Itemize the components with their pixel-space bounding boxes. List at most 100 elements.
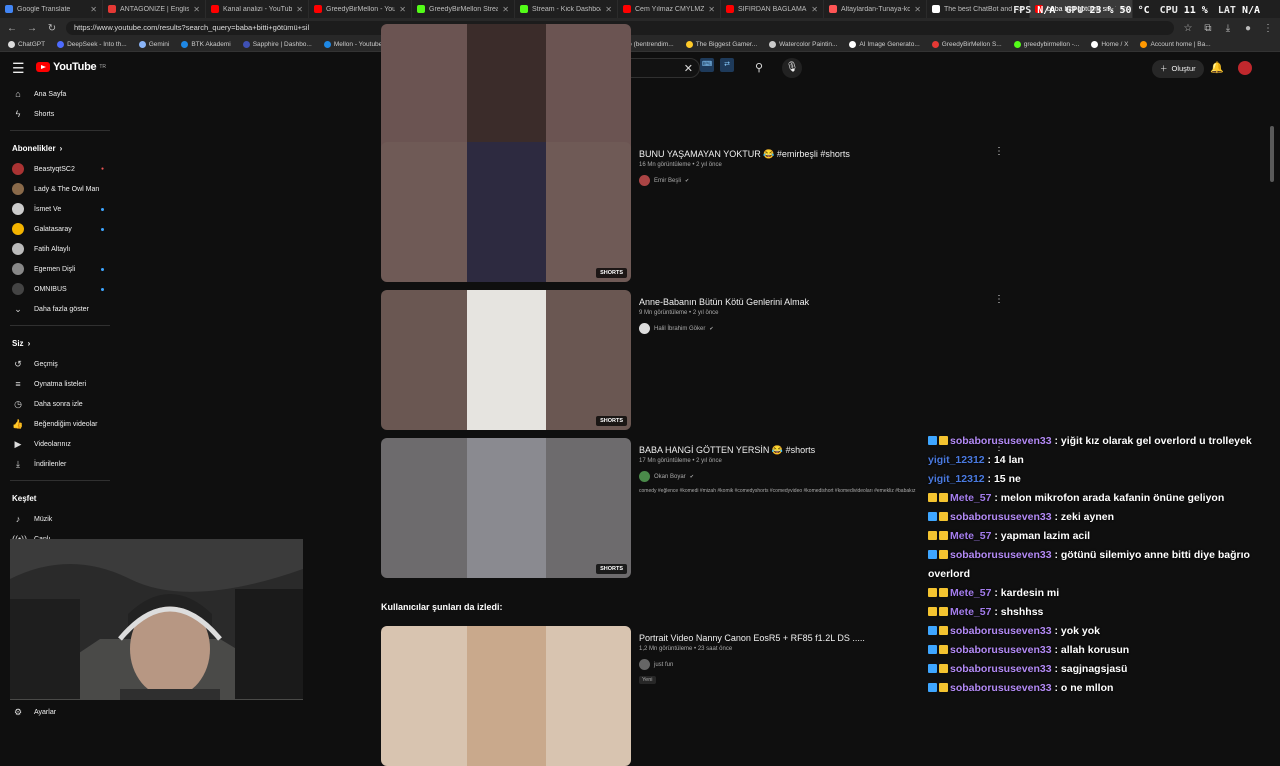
browser-tab[interactable]: Stream - Kick Dashboard ✕ <box>515 0 618 18</box>
bookmark-item[interactable]: BTK Akademi <box>181 41 231 48</box>
bookmark-item[interactable]: AI Image Generato... <box>849 41 920 48</box>
bookmark-item[interactable]: Watercolor Paintin... <box>769 41 837 48</box>
download-icon[interactable]: ⤓ <box>1222 23 1234 34</box>
video-thumbnail[interactable] <box>381 626 631 766</box>
browser-tab[interactable]: Kanal analizi - YouTube Studi✕ <box>206 0 309 18</box>
tab-favicon-icon <box>726 5 734 13</box>
translate-icon[interactable]: ⇄ <box>720 58 734 72</box>
you-heading[interactable]: Siz › <box>0 332 118 354</box>
home-icon: ⌂ <box>15 89 21 99</box>
profile-icon[interactable]: ● <box>1242 23 1254 34</box>
more-options-icon[interactable]: ⋮ <box>994 294 1004 305</box>
search-submit-icon[interactable]: ⚲ <box>748 58 770 78</box>
browser-tab[interactable]: Cem Yılmaz CMYLMZ 2007 (✕ <box>618 0 721 18</box>
browser-tab[interactable]: GreedyBirMellon Stream - W ✕ <box>412 0 515 18</box>
subscriptions-heading[interactable]: Abonelikler › <box>0 137 118 159</box>
keyboard-icon[interactable]: ⌨ <box>700 58 714 72</box>
video-thumbnail[interactable]: SHORTS <box>381 142 631 282</box>
chat-message: sobaborususeven33 : yiğit kız olarak gel… <box>928 432 1268 451</box>
chevron-down-icon: ⌄ <box>14 303 22 314</box>
sidebar-item-subscription[interactable]: Galatasaray <box>0 219 118 239</box>
sidebar-item-history[interactable]: ↺ Geçmiş <box>0 354 118 374</box>
sidebar-item-playlists[interactable]: ≡ Oynatma listeleri <box>0 374 118 394</box>
close-tab-icon[interactable]: ✕ <box>914 5 921 14</box>
browser-tab[interactable]: SIFIRDAN BAĞLAMA DERSLE ✕ <box>721 0 824 18</box>
video-title[interactable]: Anne-Babanın Bütün Kötü Genlerini Almak <box>639 296 999 308</box>
close-tab-icon[interactable]: ✕ <box>399 5 406 14</box>
sidebar-item-subscription[interactable]: Egemen Dişli <box>0 259 118 279</box>
show-more-button[interactable]: ⌄ Daha fazla göster <box>0 299 118 319</box>
more-options-icon[interactable]: ⋮ <box>994 146 1004 157</box>
hamburger-menu-icon[interactable]: ☰ <box>12 60 25 77</box>
close-tab-icon[interactable]: ✕ <box>90 5 97 14</box>
bookmark-item[interactable]: Home / X <box>1091 41 1128 48</box>
user-avatar[interactable] <box>1238 61 1252 75</box>
video-thumbnail[interactable]: SHORTS <box>381 290 631 430</box>
browser-tab[interactable]: ANTAGONIZE | English mea ✕ <box>103 0 206 18</box>
address-bar: ← → ↻ https://www.youtube.com/results?se… <box>0 18 1280 38</box>
sidebar-item-music[interactable]: ♪ Müzik <box>0 509 118 529</box>
scrollbar-thumb[interactable] <box>1270 126 1274 182</box>
chat-username: sobaborususeven33 <box>950 663 1052 675</box>
chat-username: Mete_57 <box>950 606 992 618</box>
microphone-icon[interactable]: 🎙 <box>782 58 802 78</box>
sidebar-item-subscription[interactable]: BeastyqtSC2 ● <box>0 159 118 179</box>
video-thumbnail[interactable]: SHORTS <box>381 438 631 578</box>
sidebar-item-subscription[interactable]: İsmet Ve <box>0 199 118 219</box>
forward-icon[interactable]: → <box>26 23 38 34</box>
close-tab-icon[interactable]: ✕ <box>193 5 200 14</box>
video-meta: BUNU YAŞAMAYAN YOKTUR 😂 #emirbeşli #shor… <box>639 148 999 186</box>
bookmark-favicon-icon <box>57 41 65 48</box>
bookmark-item[interactable]: Gemini <box>138 41 169 48</box>
reload-icon[interactable]: ↻ <box>46 23 58 34</box>
extensions-icon[interactable]: ⧉ <box>1202 23 1214 34</box>
close-tab-icon[interactable]: ✕ <box>605 5 612 14</box>
close-tab-icon[interactable]: ✕ <box>502 5 509 14</box>
close-tab-icon[interactable]: ✕ <box>296 5 303 14</box>
channel-avatar <box>639 659 650 670</box>
video-title[interactable]: BUNU YAŞAMAYAN YOKTUR 😂 #emirbeşli #shor… <box>639 148 999 160</box>
notifications-bell-icon[interactable]: 🔔 <box>1210 61 1224 74</box>
channel-link[interactable]: Emir Beşli ✔ <box>639 175 999 186</box>
bookmark-favicon-icon <box>181 41 189 48</box>
close-tab-icon[interactable]: ✕ <box>708 5 715 14</box>
sidebar-item-liked[interactable]: 👍 Beğendiğim videolar <box>0 414 118 434</box>
channel-avatar <box>639 175 650 186</box>
clear-search-icon[interactable]: ✕ <box>684 62 693 75</box>
bookmark-item[interactable]: ChatGPT <box>8 41 45 48</box>
sidebar-item-subscription[interactable]: OMNIBUS <box>0 279 118 299</box>
sidebar-item-subscription[interactable]: Fatih Altaylı <box>0 239 118 259</box>
sidebar-item-settings[interactable]: ⚙ Ayarlar <box>0 702 56 722</box>
sidebar-item-subscription[interactable]: Lady & The Owl Man <box>0 179 118 199</box>
bookmark-item[interactable]: Sapphire | Dashbo... <box>242 41 312 48</box>
chat-text: yapman lazim acil <box>1000 530 1091 542</box>
channel-link[interactable]: Halil İbrahim Göker ✔ <box>639 323 999 334</box>
sidebar-item-watch-later[interactable]: ◷ Daha sonra izle <box>0 394 118 414</box>
bookmark-item[interactable]: Account home | Ba... <box>1140 41 1211 48</box>
sidebar-item-label: Ana Sayfa <box>34 90 67 98</box>
sidebar-item-downloads[interactable]: ⤓ İndirilenler <box>0 454 118 474</box>
sidebar-item-your-videos[interactable]: ▶ Videolarınız <box>0 434 118 454</box>
cpu-label: CPU <box>1159 5 1178 16</box>
browser-tab[interactable]: Altaylardan-Tunaya-kolay-e ✕ <box>824 0 927 18</box>
chat-badge-icon <box>939 664 948 673</box>
bookmark-item[interactable]: DeepSeek - Into th... <box>57 41 127 48</box>
sidebar-item-shorts[interactable]: ϟ Shorts <box>0 104 118 124</box>
bookmark-item[interactable]: greedybirmellon -... <box>1013 41 1079 48</box>
bookmark-item[interactable]: GreedyBirMellon S... <box>931 41 1002 48</box>
upload-age: 2 yıl önce <box>696 162 722 168</box>
chat-message: Mete_57 : kardesin mi <box>928 584 1268 603</box>
sidebar-item-home[interactable]: ⌂ Ana Sayfa <box>0 84 118 104</box>
star-icon[interactable]: ☆ <box>1182 23 1194 34</box>
browser-tab[interactable]: GreedyBirMellon - YouTube✕ <box>309 0 412 18</box>
back-icon[interactable]: ← <box>6 23 18 34</box>
chat-text: melon mikrofon arada kafanin önüne geliy… <box>1000 492 1225 504</box>
bookmark-item[interactable]: The Biggest Gamer... <box>685 41 757 48</box>
create-button[interactable]: ＋ Oluştur <box>1152 60 1204 78</box>
bookmark-item[interactable]: Mellon - Youtube... <box>323 41 388 48</box>
youtube-logo[interactable]: YouTube TR <box>36 61 106 73</box>
browser-tab[interactable]: Google Translate ✕ <box>0 0 103 18</box>
menu-icon[interactable]: ⋮ <box>1262 23 1274 34</box>
close-tab-icon[interactable]: ✕ <box>811 5 818 14</box>
tab-favicon-icon <box>932 5 940 13</box>
